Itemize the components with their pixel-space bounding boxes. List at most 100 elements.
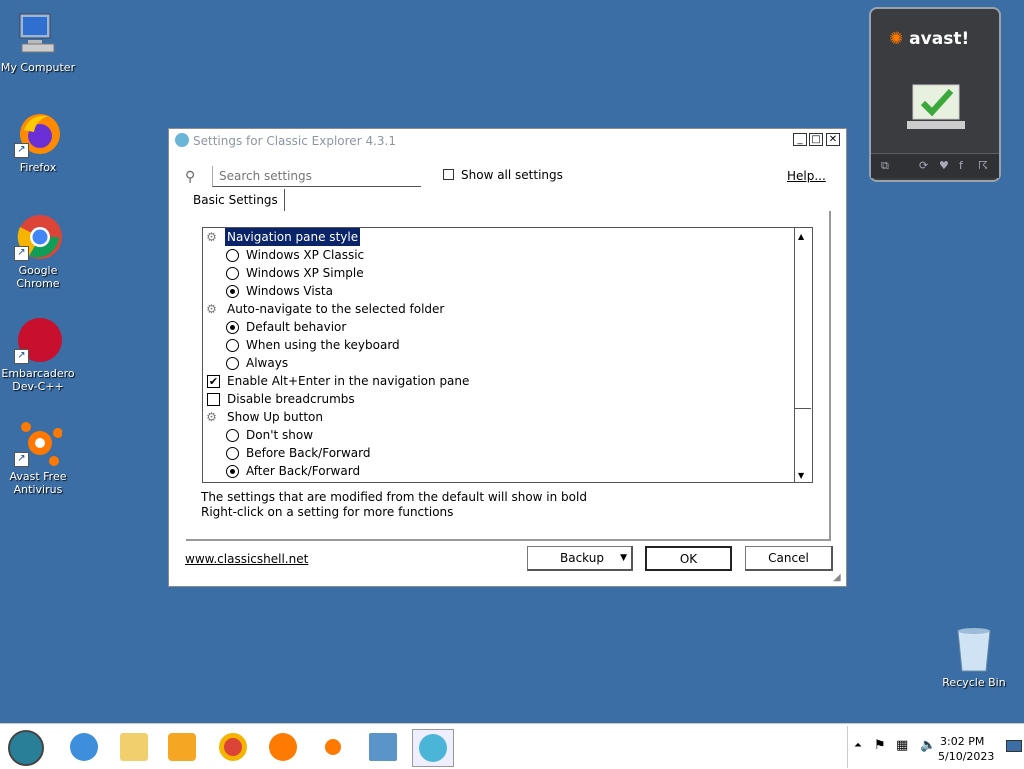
firefox-icon [269, 733, 297, 761]
internet-explorer-icon [70, 733, 98, 761]
radio-button-selected[interactable] [226, 285, 239, 298]
cancel-label: Cancel [768, 551, 809, 565]
tree-label: When using the keyboard [246, 338, 400, 352]
classic-shell-icon [175, 133, 189, 147]
taskbar-media-player[interactable] [162, 729, 202, 765]
minimize-button[interactable]: _ [793, 133, 807, 146]
clock-date[interactable]: 5/10/2023 [938, 750, 994, 763]
classic-shell-icon [419, 734, 447, 762]
action-center-flag-icon[interactable]: ⚑ [874, 738, 886, 753]
taskbar: ⏶ ⚑ ▦ 🔈 3:02 PM 5/10/2023 [0, 723, 1024, 769]
maximize-button[interactable]: □ [809, 133, 823, 146]
ok-label: OK [679, 552, 698, 566]
avast-gadget-toolbar: ⧉ ⟳ ♥ f ☈ [871, 153, 999, 178]
desktop-icon-label: Avast Free Antivirus [9, 470, 67, 496]
window-icon[interactable]: ⧉ [881, 159, 889, 173]
tree-label: Default behavior [246, 320, 347, 334]
facebook-icon[interactable]: f [959, 159, 963, 172]
desktop-icon-google-chrome[interactable]: ↗ Google Chrome [0, 213, 76, 290]
clock-time[interactable]: 3:02 PM [940, 735, 984, 748]
backup-button[interactable]: Backup ▼ [527, 546, 633, 571]
computer-icon [14, 10, 62, 58]
search-box [212, 166, 421, 187]
tree-label: Windows Vista [246, 284, 333, 298]
backup-label: Backup [560, 551, 604, 565]
radio-button[interactable] [226, 429, 239, 442]
window-title: Settings for Classic Explorer 4.3.1 [193, 134, 396, 148]
tree-label: Disable breadcrumbs [227, 392, 355, 406]
show-all-label: Show all settings [461, 168, 563, 182]
twitter-icon[interactable]: ♥ [939, 159, 949, 172]
settings-tree[interactable]: ⚙ Navigation pane style Windows XP Class… [202, 227, 813, 483]
tree-label: Always [246, 356, 289, 370]
tab-basic-settings[interactable]: Basic Settings [187, 189, 285, 211]
desktop-icon-avast[interactable]: ↗ Avast Free Antivirus [0, 419, 76, 496]
show-all-checkbox[interactable] [443, 169, 454, 180]
taskbar-internet-explorer[interactable] [64, 729, 104, 765]
desktop-icon-firefox[interactable]: ↗ Firefox [0, 110, 76, 174]
info-text-modified: The settings that are modified from the … [201, 490, 587, 504]
gear-icon: ⚙ [206, 302, 217, 316]
scroll-down-icon[interactable]: ▼ [798, 471, 804, 480]
radio-button[interactable] [226, 357, 239, 370]
show-desktop-icon[interactable] [1006, 740, 1022, 752]
scroll-up-icon[interactable]: ▲ [798, 232, 804, 241]
radio-button-selected[interactable] [226, 465, 239, 478]
laptop-check-icon [907, 84, 965, 129]
recycle-bin-icon [950, 625, 998, 673]
desktop-icon-recycle-bin[interactable]: Recycle Bin [936, 625, 1012, 689]
taskbar-chrome[interactable] [213, 729, 253, 765]
shortcut-arrow-icon: ↗ [14, 246, 29, 261]
desktop-icon-label: Firefox [19, 161, 57, 174]
taskbar-classic-shell-settings[interactable] [412, 729, 454, 767]
taskbar-firefox[interactable] [263, 729, 303, 765]
help-link[interactable]: Help... [787, 169, 826, 183]
avast-icon: ↗ [14, 419, 63, 467]
avast-icon: ✺ [889, 29, 904, 49]
rss-icon[interactable]: ☈ [978, 159, 988, 172]
radio-button[interactable] [226, 249, 239, 262]
radio-button[interactable] [226, 447, 239, 460]
tree-label: Enable Alt+Enter in the navigation pane [227, 374, 470, 388]
website-link[interactable]: www.classicshell.net [185, 552, 308, 566]
start-button[interactable] [6, 729, 46, 766]
radio-button[interactable] [226, 267, 239, 280]
taskbar-avast[interactable] [313, 729, 353, 765]
desktop-icon-dev-cpp[interactable]: ↗ Embarcadero Dev-C++ [0, 316, 76, 393]
close-button[interactable]: ✕ [826, 133, 840, 146]
tree-label: Windows XP Classic [246, 248, 365, 262]
tree-scrollbar[interactable]: ▲ ▼ [794, 228, 812, 482]
tree-label: Show Up button [227, 410, 323, 424]
checkbox[interactable] [207, 393, 220, 406]
radio-button[interactable] [226, 339, 239, 352]
taskbar-photo-viewer[interactable] [363, 729, 403, 765]
desktop-icon-my-computer[interactable]: My Computer [0, 10, 76, 74]
avast-logo: ✺ avast! [889, 29, 969, 49]
avast-icon [325, 739, 341, 755]
checkbox-checked[interactable]: ✔ [207, 375, 220, 388]
gear-icon: ⚙ [206, 410, 217, 424]
search-input[interactable] [217, 166, 421, 186]
chrome-icon [219, 733, 247, 761]
tree-label: After Back/Forward [246, 464, 361, 478]
avast-logo-text: avast! [909, 29, 970, 49]
scroll-thumb[interactable] [795, 246, 811, 409]
shortcut-arrow-icon: ↗ [14, 143, 29, 158]
resize-grip-icon[interactable]: ◢ [833, 572, 841, 583]
folder-icon [120, 733, 148, 761]
info-text-right-click: Right-click on a setting for more functi… [201, 505, 454, 519]
refresh-icon[interactable]: ⟳ [919, 159, 928, 172]
tab-label: Basic Settings [193, 193, 278, 207]
title-bar[interactable]: Settings for Classic Explorer 4.3.1 _ □ … [169, 129, 846, 151]
chrome-icon: ↗ [14, 213, 62, 261]
taskbar-file-explorer[interactable] [114, 729, 154, 765]
network-icon[interactable]: ▦ [896, 738, 908, 753]
radio-button-selected[interactable] [226, 321, 239, 334]
media-player-icon [168, 733, 196, 761]
ok-button[interactable]: OK [645, 546, 732, 571]
avast-gadget[interactable]: ✺ avast! ⧉ ⟳ ♥ f ☈ [869, 7, 1001, 182]
shortcut-arrow-icon: ↗ [14, 349, 29, 364]
show-hidden-icons-icon[interactable]: ⏶ [854, 740, 862, 751]
volume-icon[interactable]: 🔈 [920, 738, 936, 753]
cancel-button[interactable]: Cancel [745, 546, 833, 571]
